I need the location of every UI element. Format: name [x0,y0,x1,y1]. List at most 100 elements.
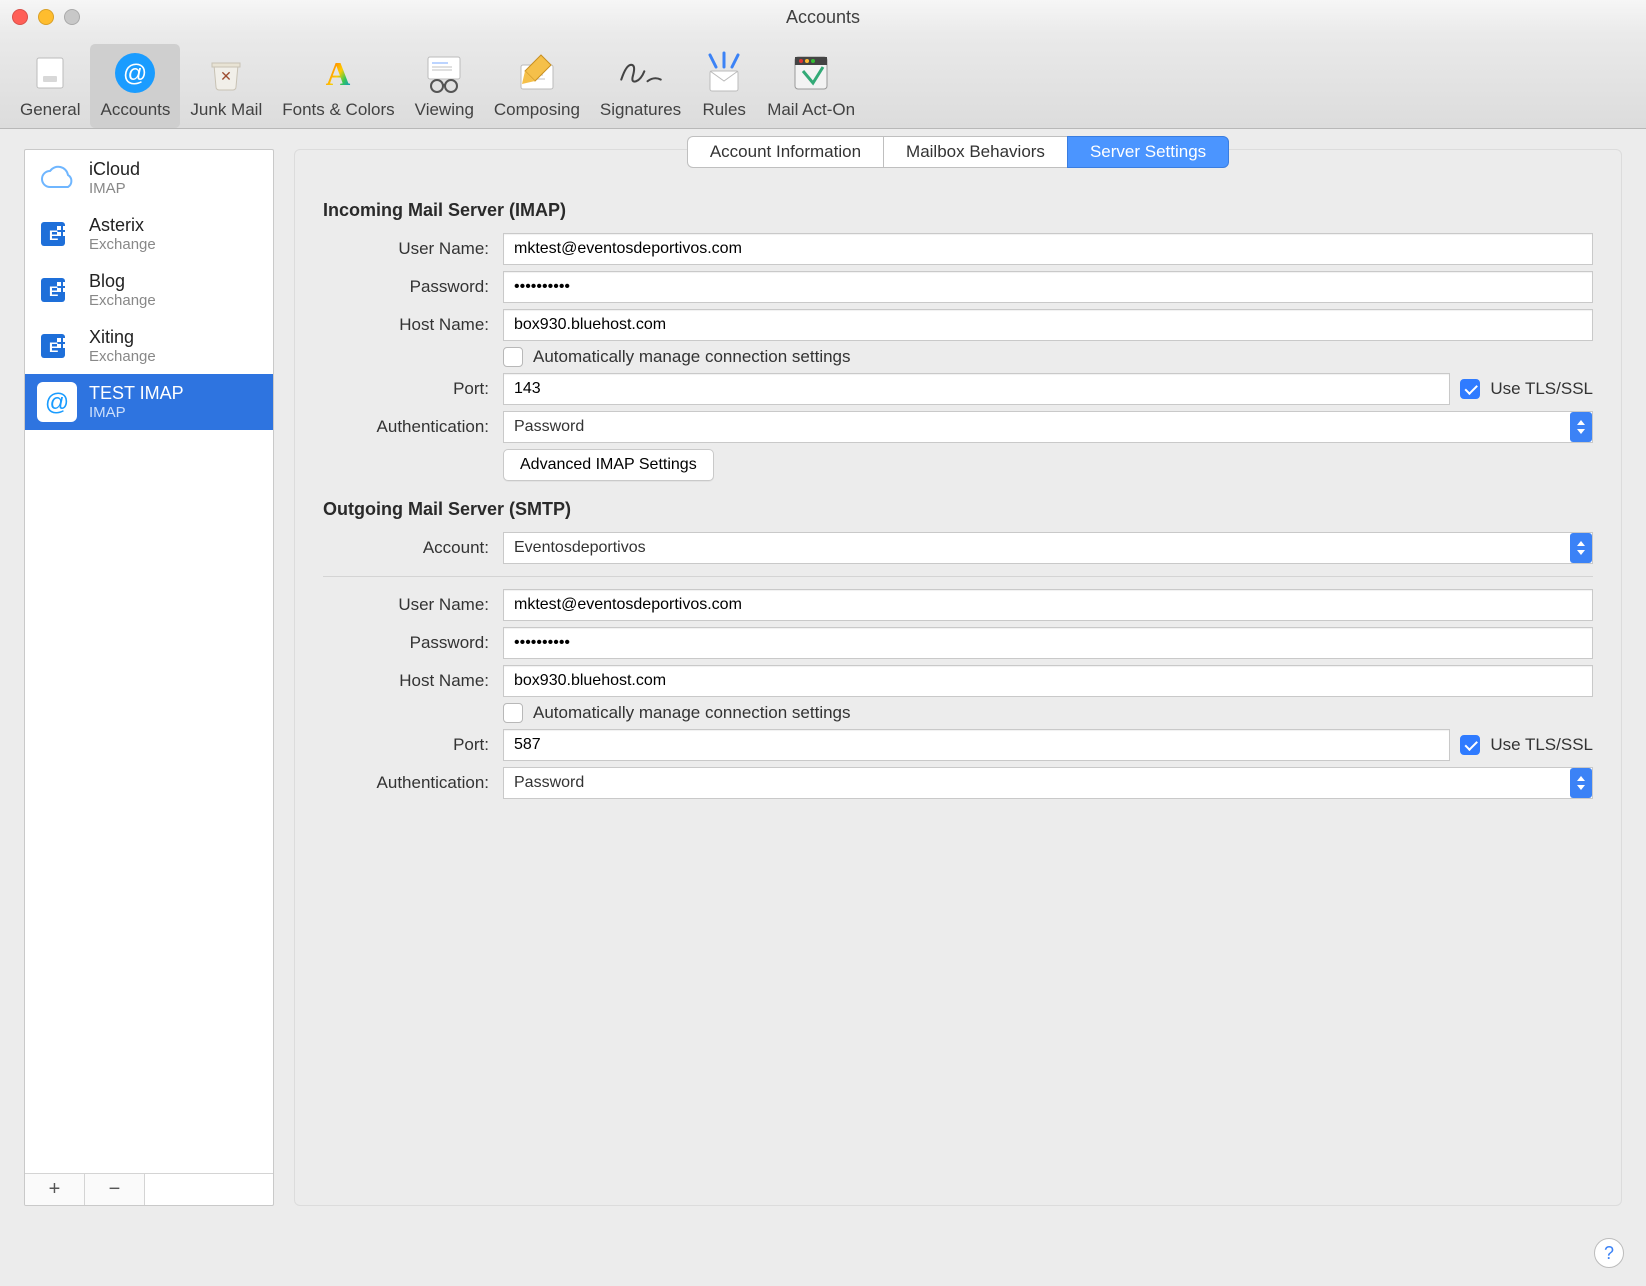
outgoing-authentication-select[interactable]: Password [503,767,1593,799]
outgoing-use-tls-checkbox[interactable] [1460,735,1480,755]
remove-account-button[interactable]: − [85,1174,145,1205]
toolbar-rules[interactable]: Rules [691,44,757,128]
account-name: Blog [89,271,156,292]
use-tls-label: Use TLS/SSL [1490,379,1593,399]
incoming-use-tls-checkbox[interactable] [1460,379,1480,399]
window-title: Accounts [0,7,1646,28]
account-name: iCloud [89,159,140,180]
outgoing-host-name-input[interactable] [503,665,1593,697]
composing-icon [514,50,560,96]
incoming-host-name-input[interactable] [503,309,1593,341]
auto-manage-label: Automatically manage connection settings [533,347,851,367]
outgoing-port-input[interactable] [503,729,1450,761]
close-window-button[interactable] [12,9,28,25]
use-tls-label: Use TLS/SSL [1490,735,1593,755]
account-sub: IMAP [89,404,184,421]
label-port: Port: [323,735,503,755]
stepper-icon [1570,533,1592,563]
toolbar-label: Accounts [100,100,170,120]
account-name: Xiting [89,327,156,348]
fonts-colors-icon: A [315,50,361,96]
preferences-toolbar: General @ Accounts ✕ Junk Mail A Fonts &… [0,34,1646,129]
general-icon [27,50,73,96]
outgoing-account-select[interactable]: Eventosdeportivos [503,532,1593,564]
toolbar-general[interactable]: General [10,44,90,128]
signatures-icon [618,50,664,96]
account-item-asterix[interactable]: E Asterix Exchange [25,206,273,262]
toolbar-fonts-colors[interactable]: A Fonts & Colors [272,44,404,128]
svg-text:✕: ✕ [220,68,232,84]
exchange-icon: E [37,270,77,310]
label-authentication: Authentication: [323,417,503,437]
outgoing-auto-manage-checkbox[interactable] [503,703,523,723]
svg-text:@: @ [45,389,69,416]
toolbar-label: Composing [494,100,580,120]
incoming-password-input[interactable] [503,271,1593,303]
label-host-name: Host Name: [323,671,503,691]
add-account-button[interactable]: + [25,1174,85,1205]
traffic-lights [12,9,80,25]
incoming-auto-manage-checkbox[interactable] [503,347,523,367]
account-item-blog[interactable]: E Blog Exchange [25,262,273,318]
advanced-imap-settings-button[interactable]: Advanced IMAP Settings [503,449,714,481]
tab-mailbox-behaviors[interactable]: Mailbox Behaviors [883,136,1067,168]
cloud-icon [37,158,77,198]
toolbar-mail-act-on[interactable]: Mail Act-On [757,44,865,128]
account-item-icloud[interactable]: iCloud IMAP [25,150,273,206]
toolbar-label: Rules [702,100,745,120]
label-authentication: Authentication: [323,773,503,793]
tab-account-information[interactable]: Account Information [687,136,883,168]
label-password: Password: [323,277,503,297]
viewing-icon [421,50,467,96]
incoming-port-input[interactable] [503,373,1450,405]
incoming-user-name-input[interactable] [503,233,1593,265]
svg-text:E: E [49,339,58,355]
accounts-list: iCloud IMAP E Asterix Exchange E Blog [25,150,273,1173]
rules-icon [701,50,747,96]
toolbar-junk-mail[interactable]: ✕ Junk Mail [180,44,272,128]
svg-text:A: A [326,56,351,93]
svg-text:E: E [49,283,58,299]
sidebar-footer: + − [25,1173,273,1205]
exchange-icon: E [37,214,77,254]
select-value: Eventosdeportivos [514,539,646,557]
divider [323,576,1593,577]
zoom-window-button[interactable] [64,9,80,25]
account-item-test-imap[interactable]: @ TEST IMAP IMAP [25,374,273,430]
account-item-xiting[interactable]: E Xiting Exchange [25,318,273,374]
toolbar-label: Mail Act-On [767,100,855,120]
tab-server-settings[interactable]: Server Settings [1067,136,1229,168]
minimize-window-button[interactable] [38,9,54,25]
outgoing-heading: Outgoing Mail Server (SMTP) [323,499,1593,520]
toolbar-label: Junk Mail [190,100,262,120]
toolbar-composing[interactable]: Composing [484,44,590,128]
account-sub: Exchange [89,236,156,253]
toolbar-label: Signatures [600,100,681,120]
label-user-name: User Name: [323,595,503,615]
outgoing-password-input[interactable] [503,627,1593,659]
svg-text:E: E [49,227,58,243]
label-user-name: User Name: [323,239,503,259]
incoming-heading: Incoming Mail Server (IMAP) [323,200,1593,221]
label-port: Port: [323,379,503,399]
stepper-icon [1570,768,1592,798]
accounts-icon: @ [112,50,158,96]
toolbar-accounts[interactable]: @ Accounts [90,44,180,128]
outgoing-user-name-input[interactable] [503,589,1593,621]
toolbar-viewing[interactable]: Viewing [405,44,484,128]
detail-pane: Account Information Mailbox Behaviors Se… [294,149,1622,1206]
toolbar-signatures[interactable]: Signatures [590,44,691,128]
incoming-authentication-select[interactable]: Password [503,411,1593,443]
accounts-sidebar: iCloud IMAP E Asterix Exchange E Blog [24,149,274,1206]
account-name: Asterix [89,215,156,236]
toolbar-label: General [20,100,80,120]
help-button[interactable]: ? [1594,1238,1624,1268]
label-password: Password: [323,633,503,653]
stepper-icon [1570,412,1592,442]
account-sub: IMAP [89,180,140,197]
select-value: Password [514,774,584,792]
account-name: TEST IMAP [89,383,184,404]
auto-manage-label: Automatically manage connection settings [533,703,851,723]
label-account: Account: [323,538,503,558]
svg-text:@: @ [123,60,147,87]
